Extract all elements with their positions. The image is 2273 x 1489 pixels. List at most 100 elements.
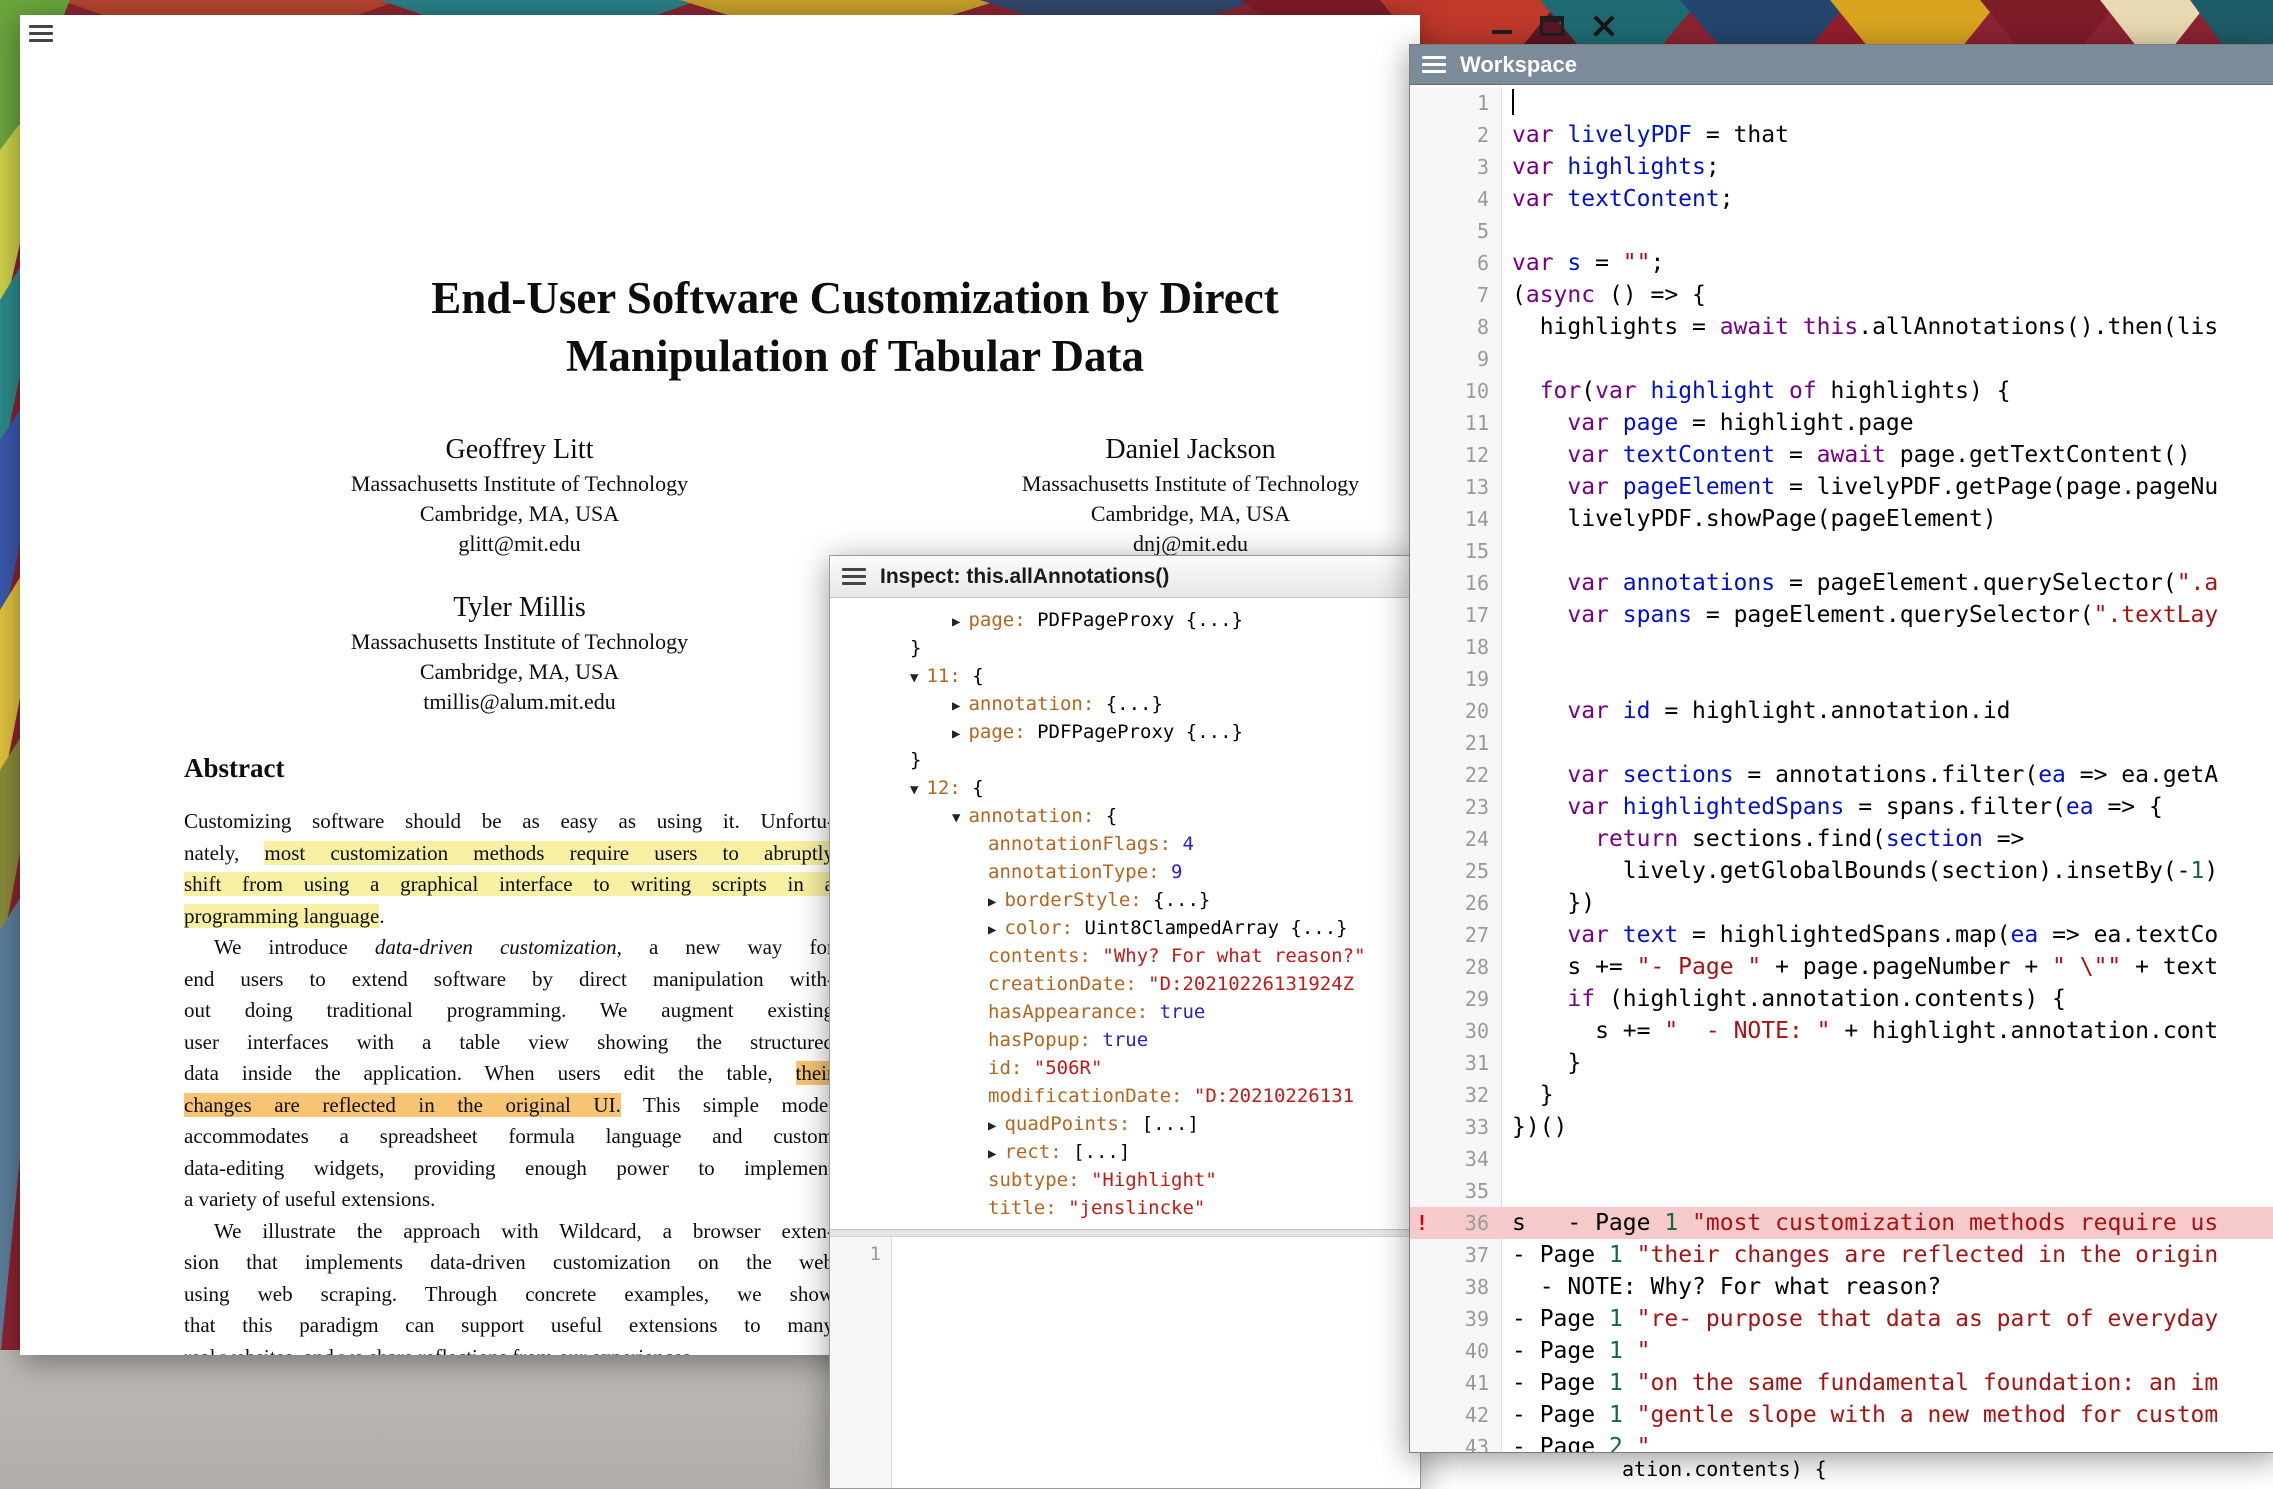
code-content[interactable] [1502, 535, 2273, 567]
code-content[interactable]: var livelyPDF = that [1502, 119, 2273, 151]
code-content[interactable]: - Page 1 "their changes are reflected in… [1502, 1239, 2273, 1271]
expand-icon[interactable]: ▶ [988, 1118, 996, 1134]
line-number: 17 [1436, 599, 1501, 631]
code-content[interactable]: } [1502, 1047, 2273, 1079]
code-content[interactable]: - NOTE: Why? For what reason? [1502, 1271, 2273, 1303]
code-content[interactable]: } [1502, 1079, 2273, 1111]
collapse-icon[interactable]: ▼ [910, 782, 918, 798]
code-token: = that [1692, 122, 1789, 148]
eval-editor[interactable] [892, 1237, 1420, 1488]
error-marker [1410, 1015, 1436, 1047]
code-token: 1 [1664, 1210, 1678, 1236]
error-marker [1410, 503, 1436, 535]
code-content[interactable] [1502, 1143, 2273, 1175]
text-run: a variety of useful extensions. [184, 1187, 435, 1211]
text-run: data inside the application. When users … [184, 1061, 796, 1085]
paper-title-line2: Manipulation of Tabular Data [184, 327, 1420, 385]
highlight-mark[interactable]: changes are reflected in the original UI… [184, 1093, 621, 1117]
code-content[interactable]: - Page 2 " [1502, 1431, 2273, 1452]
code-content[interactable] [1502, 215, 2273, 247]
highlight-mark[interactable]: most customization methods require users… [264, 841, 834, 865]
line-number: 7 [1436, 279, 1501, 311]
workspace-editor[interactable]: 12var livelyPDF = that3var highlights;4v… [1410, 85, 2273, 1452]
code-content[interactable]: lively.getGlobalBounds(section).insetBy(… [1502, 855, 2273, 887]
abstract-line: We introduce data-driven customization, … [184, 932, 834, 964]
line-number: 43 [1436, 1431, 1501, 1452]
code-content[interactable] [1502, 87, 2273, 119]
line-gutter: 4 [1410, 183, 1502, 215]
code-content[interactable]: livelyPDF.showPage(pageElement) [1502, 503, 2273, 535]
expand-icon[interactable]: ▶ [952, 726, 960, 742]
inspector-titlebar[interactable]: Inspect: this.allAnnotations() [830, 556, 1420, 598]
code-content[interactable] [1502, 631, 2273, 663]
code-content[interactable]: var textContent; [1502, 183, 2273, 215]
line-gutter: 16 [1410, 567, 1502, 599]
pane-resizer[interactable] [830, 1229, 1420, 1237]
code-content[interactable]: }) [1502, 887, 2273, 919]
code-content[interactable]: var pageElement = livelyPDF.getPage(page… [1502, 471, 2273, 503]
code-content[interactable]: var id = highlight.annotation.id [1502, 695, 2273, 727]
code-content[interactable]: s - Page 1 "most customization methods r… [1502, 1207, 2273, 1239]
inspector-menu-icon[interactable] [842, 568, 866, 585]
tree-value: { [961, 777, 984, 799]
minimize-icon[interactable] [1492, 30, 1512, 34]
tree-line: ▶page: PDFPageProxy {...} [830, 718, 1420, 746]
workspace-titlebar[interactable]: Workspace [1410, 45, 2273, 85]
code-content[interactable]: return sections.find(section => [1502, 823, 2273, 855]
tree-value [1022, 1057, 1033, 1079]
code-content[interactable]: var text = highlightedSpans.map(ea => ea… [1502, 919, 2273, 951]
expand-icon[interactable]: ▶ [988, 1146, 996, 1162]
code-content[interactable]: - Page 1 "on the same fundamental founda… [1502, 1367, 2273, 1399]
code-content[interactable]: - Page 1 "gentle slope with a new method… [1502, 1399, 2273, 1431]
code-content[interactable] [1502, 343, 2273, 375]
expand-icon[interactable]: ▶ [988, 894, 996, 910]
code-content[interactable]: s += "- Page " + page.pageNumber + " \""… [1502, 951, 2273, 983]
code-content[interactable]: var textContent = await page.getTextCont… [1502, 439, 2273, 471]
expand-icon[interactable]: ▶ [952, 614, 960, 630]
text-run: accommodates a spreadsheet formula langu… [184, 1124, 834, 1148]
code-content[interactable] [1502, 727, 2273, 759]
expand-icon[interactable]: ▶ [952, 698, 960, 714]
line-number: 30 [1436, 1015, 1501, 1047]
code-content[interactable]: (async () => { [1502, 279, 2273, 311]
highlight-mark[interactable]: programming language [184, 904, 379, 928]
code-content[interactable]: s += " - NOTE: " + highlight.annotation.… [1502, 1015, 2273, 1047]
error-marker [1410, 631, 1436, 663]
line-number: 3 [1436, 151, 1501, 183]
tree-key: color: [1004, 917, 1073, 939]
code-content[interactable]: highlights = await this.allAnnotations()… [1502, 311, 2273, 343]
line-gutter: 33 [1410, 1111, 1502, 1143]
tree-value [1137, 973, 1148, 995]
code-content[interactable]: var sections = annotations.filter(ea => … [1502, 759, 2273, 791]
code-content[interactable]: if (highlight.annotation.contents) { [1502, 983, 2273, 1015]
expand-icon[interactable]: ▶ [988, 922, 996, 938]
code-token: "on the same fundamental foundation: an … [1637, 1370, 2219, 1396]
code-content[interactable]: var s = ""; [1502, 247, 2273, 279]
code-line: 13 var pageElement = livelyPDF.getPage(p… [1410, 471, 2273, 503]
background-editor-fragment[interactable]: ation.contents) { [1409, 1449, 2273, 1489]
code-content[interactable]: var annotations = pageElement.querySelec… [1502, 567, 2273, 599]
code-content[interactable]: - Page 1 " [1502, 1335, 2273, 1367]
highlight-mark[interactable]: shift from using a graphical interface t… [184, 872, 834, 896]
maximize-icon[interactable] [1540, 16, 1564, 36]
line-number: 2 [1436, 119, 1501, 151]
code-content[interactable]: var highlightedSpans = spans.filter(ea =… [1502, 791, 2273, 823]
icon-bar [29, 32, 53, 35]
tree-line: subtype: "Highlight" [830, 1166, 1420, 1194]
code-content[interactable]: var spans = pageElement.querySelector(".… [1502, 599, 2273, 631]
workspace-menu-icon[interactable] [1422, 56, 1446, 73]
close-icon[interactable] [1592, 14, 1616, 38]
code-content[interactable]: var page = highlight.page [1502, 407, 2273, 439]
collapse-icon[interactable]: ▼ [910, 670, 918, 686]
code-content[interactable]: for(var highlight of highlights) { [1502, 375, 2273, 407]
code-content[interactable]: })() [1502, 1111, 2273, 1143]
text-run: , a new way for [617, 935, 834, 959]
code-content[interactable] [1502, 663, 2273, 695]
pdf-menu-icon[interactable] [29, 25, 53, 42]
code-content[interactable]: var highlights; [1502, 151, 2273, 183]
code-content[interactable]: - Page 1 "re- purpose that data as part … [1502, 1303, 2273, 1335]
line-gutter: 17 [1410, 599, 1502, 631]
code-token: for [1540, 378, 1582, 404]
collapse-icon[interactable]: ▼ [952, 810, 960, 826]
code-content[interactable] [1502, 1175, 2273, 1207]
